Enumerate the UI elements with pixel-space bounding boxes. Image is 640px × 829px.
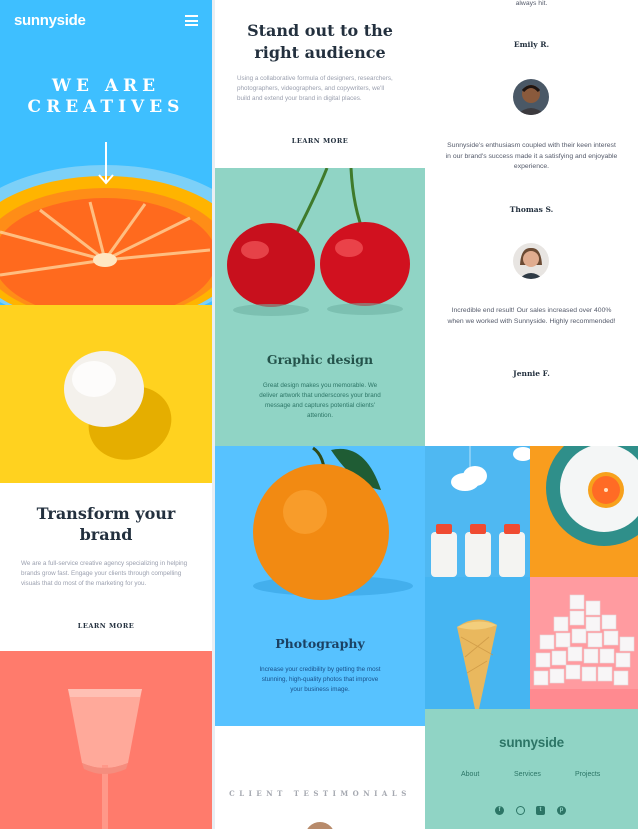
testimonial-quote: Incredible end result! Our sales increas… [447,307,616,325]
gallery-sugar-cubes-image [530,577,638,709]
avatar [513,243,549,279]
site-footer: sunnyside About Services Projects f t p [425,709,638,829]
orange-image [253,446,413,600]
hamburger-menu-icon[interactable] [185,15,198,26]
mobile-column-1: sunnyside WE ARE CREATIVES Transform you… [0,0,212,829]
mobile-column-3: always hit. Emily R. Sunnyside's enthusi… [425,0,638,829]
footer-link-about[interactable]: About [461,771,479,778]
photography-tile: Photography Increase your credibility by… [215,446,425,726]
standout-section: Stand out to the right audience Using a … [215,0,425,168]
facebook-icon[interactable]: f [495,806,504,815]
standout-title-line-1: Stand out to the [247,21,393,40]
testimonials-list: always hit. Emily R. Sunnyside's enthusi… [425,0,638,446]
cherries-image [227,168,410,316]
egg-image-section [0,305,212,483]
testimonial-name: Emily R. [513,40,550,49]
transform-section: Transform your brand We are a full-servi… [0,483,212,651]
footer-link-projects[interactable]: Projects [575,771,600,778]
twitter-icon[interactable]: t [536,806,545,815]
photography-title: Photography [275,636,365,651]
gallery-milk-bottles-image [425,446,530,577]
transform-learn-more-link[interactable]: LEARN MORE [0,622,212,631]
site-logo[interactable]: sunnyside [14,12,86,29]
standout-title-line-2: right audience [254,43,386,62]
testimonials-header-section: CLIENT TESTIMONIALS [215,726,425,829]
standout-title: Stand out to the right audience [215,20,425,64]
instagram-icon[interactable] [516,806,525,815]
graphic-design-tile: Graphic design Great design makes you me… [215,168,425,446]
gallery-grid [425,446,638,709]
hero-title-line-2: CREATIVES [27,97,185,117]
avatar-jennie-image [513,243,549,279]
testimonials-heading: CLIENT TESTIMONIALS [229,789,411,798]
standout-body: Using a collaborative formula of designe… [237,75,393,102]
hero-section: sunnyside WE ARE CREATIVES [0,0,212,305]
mobile-column-2: Stand out to the right audience Using a … [215,0,425,829]
transform-body: We are a full-service creative agency sp… [21,560,188,587]
standout-learn-more-link[interactable]: LEARN MORE [215,137,425,146]
avatar [513,79,549,115]
footer-logo[interactable]: sunnyside [425,735,638,750]
testimonial-quote: Sunnyside's enthusiasm coupled with thei… [445,142,618,170]
avatar [305,822,335,829]
arrow-down-icon[interactable] [98,142,114,186]
gallery-orange-plate-image [530,446,638,577]
hero-title-line-1: WE ARE [51,76,161,96]
cup-image-section [0,651,212,829]
testimonial-quote: always hit. [515,0,548,7]
transform-title: Transform your brand [0,503,212,545]
graphic-design-body: Great design makes you memorable. We del… [259,382,381,419]
avatar-thomas-image [513,79,549,115]
standout-learn-more-label[interactable]: LEARN MORE [289,137,351,146]
transform-learn-more-label[interactable]: LEARN MORE [75,622,137,631]
egg-image [64,351,172,460]
testimonial-name: Jennie F. [513,369,550,378]
cup-image [68,689,142,829]
transform-title-line-2: brand [79,525,133,544]
transform-title-line-1: Transform your [36,504,176,523]
photography-body: Increase your credibility by getting the… [259,666,381,693]
footer-link-services[interactable]: Services [514,771,541,778]
hero-title: WE ARE CREATIVES [0,76,212,118]
testimonial-name: Thomas S. [509,205,554,214]
graphic-design-title: Graphic design [266,352,374,367]
gallery-ice-cream-cone-image [425,577,530,709]
pinterest-icon[interactable]: p [557,806,566,815]
